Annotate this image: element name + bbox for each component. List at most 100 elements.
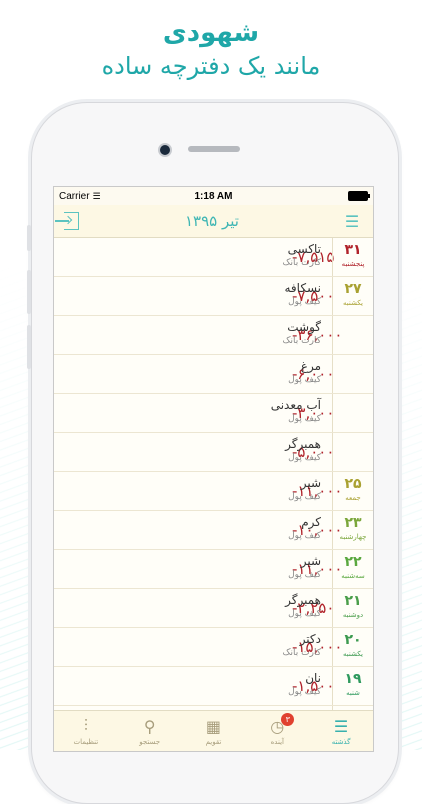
day-number: ۲۲ xyxy=(344,554,362,570)
day-marker xyxy=(333,394,373,432)
transaction-account: کارت بانک xyxy=(282,648,321,658)
transaction-title: شیر xyxy=(300,476,321,490)
tab-label: جستجو xyxy=(139,738,161,746)
weekday-label: پنجشنبه xyxy=(341,260,365,268)
day-number: ۲۳ xyxy=(344,515,362,531)
status-bar: Carrier ☰ 1:18 AM xyxy=(54,187,373,205)
transaction-row[interactable]: -۱,۵۰۰ نان کیف پول ۱۹ شنبه xyxy=(54,667,373,706)
transaction-row[interactable]: -۱۵,۰۰۰ دکتر کارت بانک ۲۰ یکشنبه xyxy=(54,628,373,667)
tab-settings[interactable]: ⫶ تنظیمات xyxy=(54,711,118,751)
day-number: ۲۰ xyxy=(344,632,362,648)
nav-bar: تیر ۱۳۹۵ ☰ xyxy=(54,205,373,238)
transaction-row[interactable]: -۷,۵۱۵ تاکسی کارت بانک ۳۱ پنجشنبه xyxy=(54,238,373,277)
transaction-account: کیف پول xyxy=(288,531,321,541)
transaction-details: گوشت کارت بانک xyxy=(171,320,321,347)
day-number: ۲۱ xyxy=(344,593,362,609)
transaction-details: شیر کیف پول xyxy=(171,476,321,503)
app-screen: Carrier ☰ 1:18 AM تیر ۱۳۹۵ ☰ -۷,۵۱۵ تاکسی ک… xyxy=(53,186,374,752)
transaction-title: همبرگر xyxy=(285,593,321,607)
day-marker: ۲۱ دوشنبه xyxy=(333,589,373,627)
transaction-details: مرغ کیف پول xyxy=(171,359,321,386)
sliders-icon: ⫶ xyxy=(83,716,88,735)
transaction-account: کیف پول xyxy=(288,492,321,502)
transaction-row[interactable]: -۶,۰۰۰ مرغ کیف پول xyxy=(54,355,373,394)
transaction-account: کیف پول xyxy=(288,375,321,385)
transaction-title: تاکسی xyxy=(287,242,321,256)
transaction-row[interactable]: -۲,۲۵۰ همبرگر کیف پول ۲۱ دوشنبه xyxy=(54,589,373,628)
tab-bar: ⫶ تنظیمات ⚲ جستجو ▦ تقویم ◷ آینده ۳ ☰ گذشته xyxy=(54,710,373,751)
tab-past[interactable]: ☰ گذشته xyxy=(309,711,373,751)
day-number: ۲۷ xyxy=(344,281,362,297)
day-marker: ۳۱ پنجشنبه xyxy=(333,238,373,276)
transaction-account: کیف پول xyxy=(288,609,321,619)
day-number: ۲۵ xyxy=(344,476,362,492)
transaction-title: نسکافه xyxy=(284,281,322,295)
transaction-list[interactable]: -۷,۵۱۵ تاکسی کارت بانک ۳۱ پنجشنبه -۷,۵۰۰ نسکاف… xyxy=(54,238,373,745)
weekday-label: سه‌شنبه xyxy=(341,572,365,580)
day-marker: ۲۰ یکشنبه xyxy=(333,628,373,666)
transaction-row[interactable]: -۱۱,۰۰۰ شیر کیف پول ۲۵ جمعه xyxy=(54,472,373,511)
tab-label: تنظیمات xyxy=(73,738,99,746)
exit-icon[interactable] xyxy=(55,212,79,230)
transaction-account: کیف پول xyxy=(288,570,321,580)
day-marker: ۱۹ شنبه xyxy=(333,667,373,705)
mute-switch xyxy=(27,225,31,251)
day-marker: ۲۵ جمعه xyxy=(333,472,373,510)
transaction-account: کارت بانک xyxy=(282,336,321,346)
transaction-account: کیف پول xyxy=(288,453,321,463)
tab-search[interactable]: ⚲ جستجو xyxy=(118,711,182,751)
transaction-title: کرم xyxy=(301,515,321,529)
transaction-details: نان کیف پول xyxy=(171,671,321,698)
transaction-details: نسکافه کیف پول xyxy=(171,281,322,308)
transaction-account: کیف پول xyxy=(288,297,321,307)
transaction-row[interactable]: -۷,۵۰۰ نسکافه کیف پول ۲۷ یکشنبه xyxy=(54,277,373,316)
transaction-details: آب معدنی کیف پول xyxy=(171,398,321,425)
transaction-account: کیف پول xyxy=(288,414,321,424)
transaction-details: تاکسی کارت بانک xyxy=(171,242,321,269)
transaction-title: گوشت xyxy=(287,320,321,334)
transaction-account: کیف پول xyxy=(288,687,321,697)
transaction-title: شیر xyxy=(300,554,321,568)
tab-label: گذشته xyxy=(331,738,351,746)
status-time: 1:18 AM xyxy=(194,190,233,202)
tab-calendar[interactable]: ▦ تقویم xyxy=(182,711,246,751)
day-marker: ۲۲ سه‌شنبه xyxy=(333,550,373,588)
day-number: ۳۱ xyxy=(344,242,362,258)
clock-icon: ◷ xyxy=(270,716,285,736)
transaction-details: همبرگر کیف پول xyxy=(171,437,321,464)
menu-icon[interactable]: ☰ xyxy=(341,212,363,231)
transaction-title: دکتر xyxy=(299,632,321,646)
transaction-row[interactable]: -۳۶,۰۰۰ گوشت کارت بانک xyxy=(54,316,373,355)
transaction-row[interactable]: -۱۰,۰۰۰ کرم کیف پول ۲۳ چهارشنبه xyxy=(54,511,373,550)
headline-subtitle: مانند یک دفترچه ساده xyxy=(101,52,321,80)
day-marker xyxy=(333,433,373,471)
calendar-icon: ▦ xyxy=(205,716,222,736)
day-marker xyxy=(333,316,373,354)
weekday-label: یکشنبه xyxy=(342,650,364,658)
tab-label: تقویم xyxy=(205,738,222,746)
transaction-account: کارت بانک xyxy=(282,258,321,268)
camera-icon xyxy=(158,143,172,157)
transaction-details: دکتر کارت بانک xyxy=(171,632,321,659)
checklist-icon: ☰ xyxy=(333,716,349,736)
volume-up-button xyxy=(27,270,31,314)
transaction-row[interactable]: -۵,۰۰۰ همبرگر کیف پول xyxy=(54,433,373,472)
transaction-row[interactable]: -۳,۰۰۰ آب معدنی کیف پول xyxy=(54,394,373,433)
battery-icon xyxy=(348,191,370,201)
transaction-title: نان xyxy=(305,671,321,685)
headline-title: شهودی xyxy=(162,18,260,48)
day-marker: ۲۳ چهارشنبه xyxy=(333,511,373,549)
transaction-title: مرغ xyxy=(300,359,321,373)
transaction-details: همبرگر کیف پول xyxy=(171,593,321,620)
day-marker: ۲۷ یکشنبه xyxy=(333,277,373,315)
speaker-grille xyxy=(188,146,240,152)
transaction-title: آب معدنی xyxy=(270,398,321,412)
weekday-label: دوشنبه xyxy=(342,611,364,619)
weekday-label: شنبه xyxy=(346,689,360,697)
transaction-title: همبرگر xyxy=(285,437,321,451)
month-title[interactable]: تیر ۱۳۹۵ xyxy=(185,212,239,230)
day-number: ۱۹ xyxy=(344,671,362,687)
tab-future[interactable]: ◷ آینده ۳ xyxy=(245,711,309,751)
transaction-row[interactable]: -۱۱,۰۰۰ شیر کیف پول ۲۲ سه‌شنبه xyxy=(54,550,373,589)
transaction-details: شیر کیف پول xyxy=(171,554,321,581)
